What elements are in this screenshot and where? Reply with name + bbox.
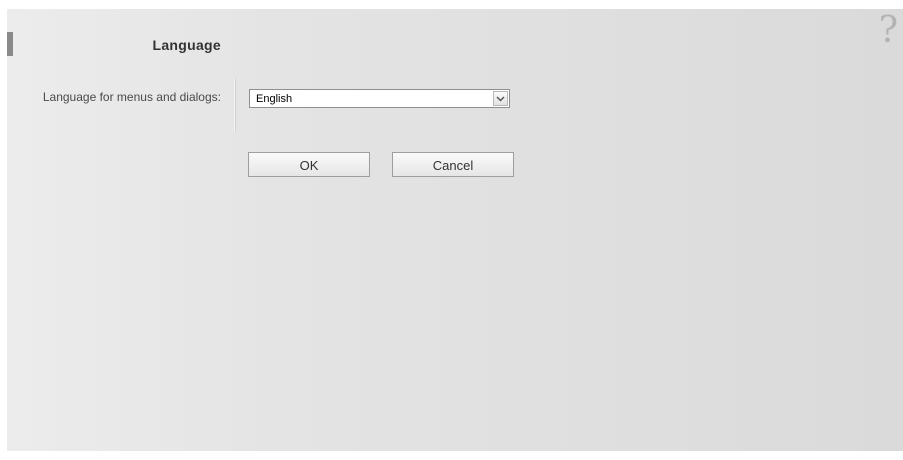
language-select-value: English	[256, 93, 293, 105]
section-marker	[7, 32, 13, 56]
page-title: Language	[152, 37, 221, 53]
language-field-label: Language for menus and dialogs:	[42, 90, 221, 104]
label-divider	[234, 79, 236, 131]
cancel-button[interactable]: Cancel	[392, 152, 514, 177]
settings-panel: ? Language Language for menus and dialog…	[7, 9, 903, 451]
language-select[interactable]: English	[249, 89, 510, 108]
chevron-down-icon[interactable]	[493, 91, 508, 106]
help-icon[interactable]: ?	[879, 13, 898, 49]
ok-button[interactable]: OK	[248, 152, 370, 177]
